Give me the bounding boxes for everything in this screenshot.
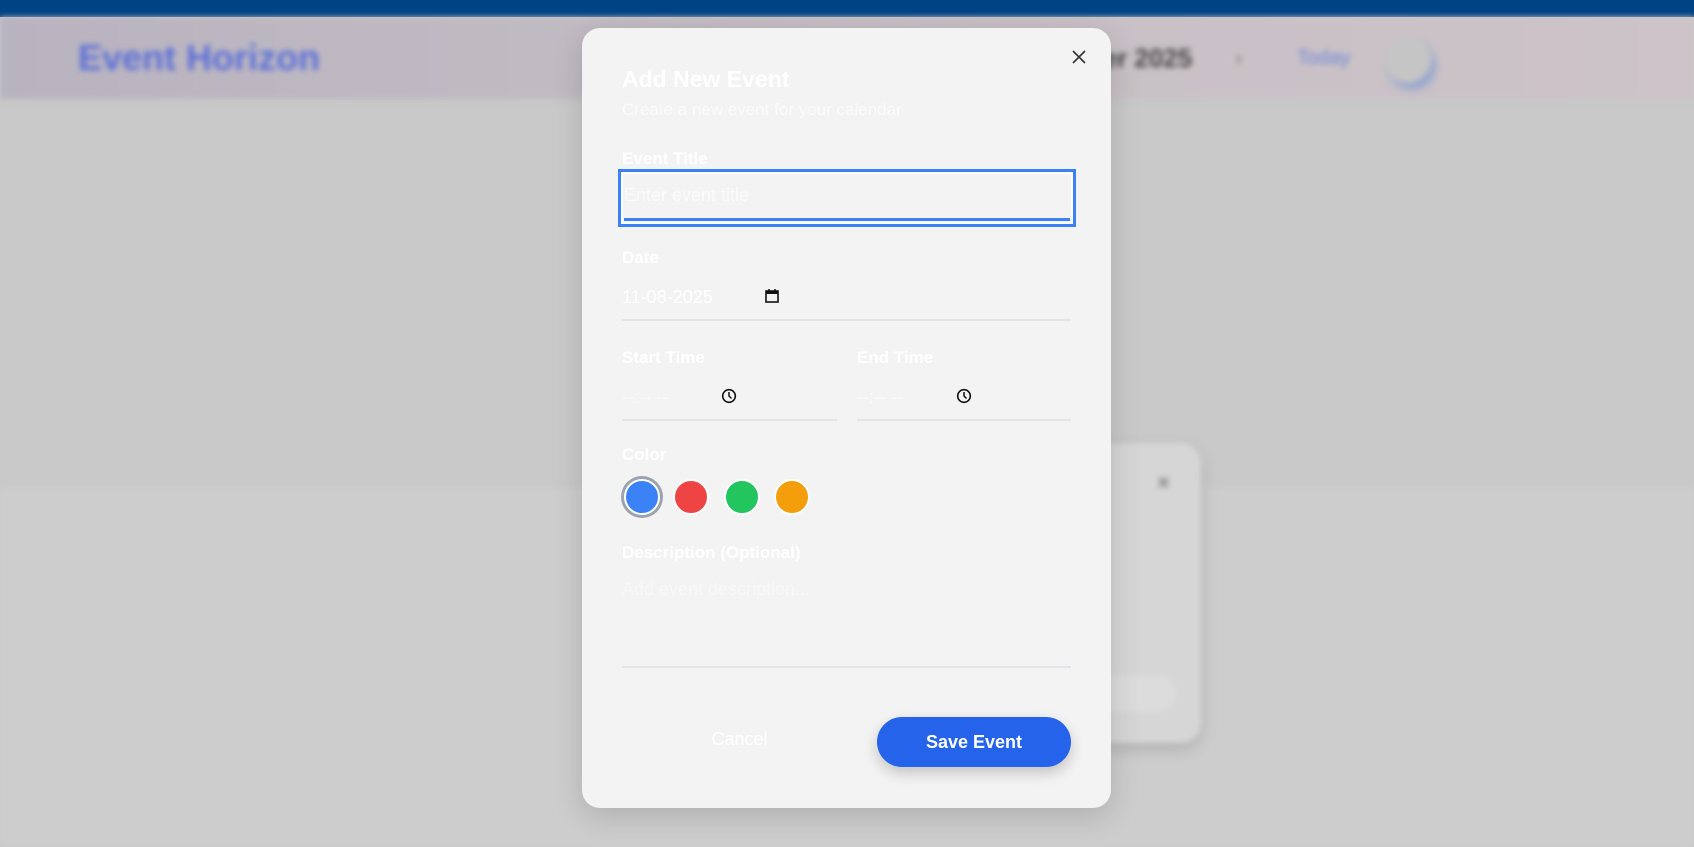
end-time-value: --:-- -- bbox=[857, 387, 903, 407]
start-time-input[interactable]: --:-- -- bbox=[622, 378, 837, 421]
description-placeholder: Add event description... bbox=[622, 579, 811, 599]
start-time-value: --:-- -- bbox=[622, 387, 668, 407]
input-underline bbox=[624, 218, 1070, 221]
color-swatch-green[interactable] bbox=[724, 479, 760, 515]
chevron-right-icon[interactable]: › bbox=[1235, 45, 1242, 71]
start-time-label: Start Time bbox=[622, 348, 705, 367]
end-time-label: End Time bbox=[857, 348, 934, 367]
close-icon[interactable] bbox=[1068, 46, 1090, 68]
today-button[interactable]: Today bbox=[1297, 47, 1350, 70]
event-title-label: Event Title bbox=[622, 149, 708, 168]
event-title-placeholder: Enter event title bbox=[624, 185, 750, 205]
cancel-button[interactable]: Cancel bbox=[672, 729, 807, 750]
description-textarea[interactable]: Add event description... bbox=[622, 573, 1071, 668]
close-icon: ✕ bbox=[1156, 473, 1172, 493]
app-logo: Event Horizon bbox=[78, 37, 321, 78]
add-event-dialog: Add New Event Create a new event for you… bbox=[582, 28, 1111, 808]
color-swatch-orange[interactable] bbox=[774, 479, 810, 515]
avatar[interactable] bbox=[1385, 37, 1431, 83]
browser-top-bar bbox=[0, 0, 1694, 17]
date-value: 11-08-2025 bbox=[622, 287, 713, 307]
color-swatch-red[interactable] bbox=[673, 479, 709, 515]
color-swatch-blue[interactable] bbox=[624, 479, 660, 515]
clock-icon[interactable] bbox=[956, 388, 972, 404]
end-time-input[interactable]: --:-- -- bbox=[857, 378, 1071, 421]
dialog-subtitle: Create a new event for your calendar bbox=[622, 100, 902, 119]
clock-icon[interactable] bbox=[721, 388, 737, 404]
color-label: Color bbox=[622, 445, 667, 464]
date-label: Date bbox=[622, 248, 659, 267]
description-label: Description (Optional) bbox=[622, 543, 801, 562]
save-event-button[interactable]: Save Event bbox=[877, 717, 1071, 767]
dialog-title: Add New Event bbox=[622, 66, 790, 92]
event-title-input[interactable]: Enter event title bbox=[618, 169, 1076, 227]
calendar-icon[interactable] bbox=[764, 288, 780, 304]
date-input[interactable]: 11-08-2025 bbox=[622, 278, 1071, 321]
